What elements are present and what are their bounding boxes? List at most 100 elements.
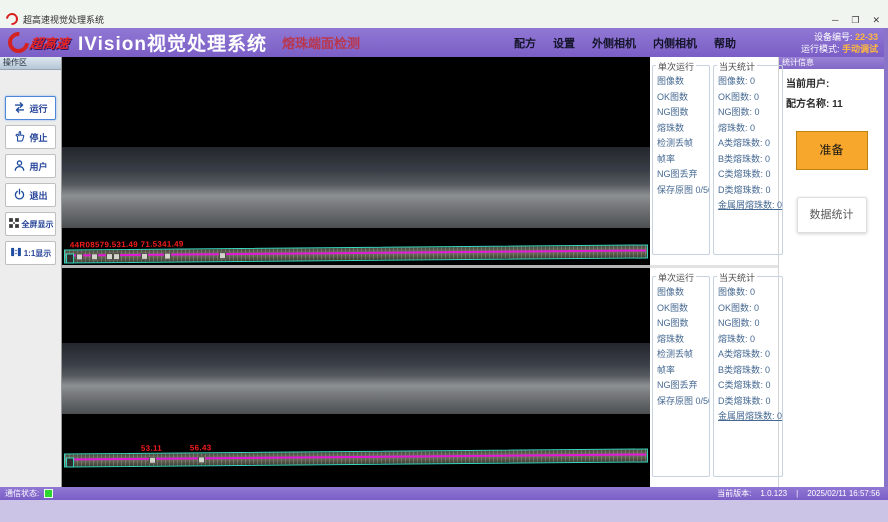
detection-marker (141, 253, 148, 260)
stop-button-label: 停止 (29, 131, 47, 144)
current-user-label: 当前用户: (786, 79, 829, 90)
current-user-row: 当前用户: (786, 75, 877, 90)
sidebar-title: 操作区 (0, 57, 61, 70)
stats-panel-inner: 单次运行 图像数 OK图数 NG图数 熔珠数 检测丢帧 帧率 NG图丢弃 保存原… (650, 268, 778, 487)
window-right-edge (884, 28, 888, 500)
stat-row: OK图数 (657, 90, 709, 106)
desktop-background-strip (0, 500, 888, 522)
camera-image-top: 44R08579.531.49 71.5341.49 (62, 147, 650, 228)
stat-row: C类熔珠数: 0 (718, 378, 782, 394)
run-sync-icon (13, 101, 26, 116)
measurement-annotation: 44R08579.531.49 71.5341.49 (70, 240, 184, 250)
detection-marker (113, 253, 120, 260)
camera-image-bottom: 53.11 56.43 (62, 343, 650, 414)
main-area: 操作区 运行 停止 用户 退出 (0, 57, 884, 487)
measurement-value-right: 56.43 (190, 443, 212, 452)
exit-button[interactable]: 退出 (5, 183, 56, 207)
user-button-label: 用户 (29, 160, 47, 173)
metal-bead-stat: 金属屑熔珠数: 0 (718, 411, 782, 421)
save-label: 保存原图 (657, 185, 693, 195)
single-run-title: 单次运行 (656, 271, 696, 284)
app-title: IVision视觉处理系统 (78, 29, 267, 56)
app-subtitle: 熔珠端面检测 (282, 33, 360, 52)
save-label: 保存原图 (657, 396, 693, 406)
stat-row: A类熔珠数: 0 (718, 136, 782, 152)
prepare-button[interactable]: 准备 (796, 131, 868, 170)
save-image-row: 保存原图 0/500 (657, 183, 709, 199)
power-icon (13, 188, 26, 203)
statistics-info-panel: 统计信息 当前用户: 配方名称: 11 准备 数据统计 (778, 57, 884, 487)
stat-row: 帧率 (657, 363, 709, 379)
info-panel-body: 当前用户: 配方名称: 11 准备 数据统计 (779, 69, 884, 487)
stat-row: OK图数: 0 (718, 90, 782, 106)
stat-row: 检测丢帧 (657, 136, 709, 152)
daily-stats-group: 当天统计 图像数: 0 OK图数: 0 NG图数: 0 熔珠数: 0 A类熔珠数… (713, 276, 783, 477)
stat-row: 检测丢帧 (657, 347, 709, 363)
stat-row: B类熔珠数: 0 (718, 363, 782, 379)
single-run-title: 单次运行 (656, 60, 696, 73)
stop-hand-icon (13, 130, 26, 145)
detection-marker (198, 456, 205, 463)
status-bar: 通信状态: 当前版本: 1.0.123 | 2025/02/11 16:57:5… (0, 487, 888, 500)
recipe-label: 配方名称: (786, 99, 829, 110)
save-count: 0/500 (696, 185, 709, 195)
menu-outer-camera[interactable]: 外侧相机 (592, 35, 636, 51)
stat-row: 熔珠数 (657, 332, 709, 348)
run-button[interactable]: 运行 (5, 96, 56, 120)
daily-stats-group: 当天统计 图像数: 0 OK图数: 0 NG图数: 0 熔珠数: 0 A类熔珠数… (713, 65, 783, 255)
window-controls: ─ ❐ ✕ (832, 15, 880, 26)
device-info: 设备编号: 22-33 运行模式: 手动调试 (801, 31, 878, 55)
save-count: 0/500 (696, 396, 709, 406)
stat-row: 图像数 (657, 285, 709, 301)
stat-row: NG图丢弃 (657, 378, 709, 394)
strip-end-marker (66, 253, 74, 263)
detection-marker (76, 253, 83, 260)
menu-settings[interactable]: 设置 (553, 35, 575, 51)
detection-marker (149, 457, 156, 464)
minimize-button[interactable]: ─ (832, 15, 838, 26)
fullscreen-button-label: 全屏显示 (22, 219, 54, 230)
statistics-column: 单次运行 图像数 OK图数 NG图数 熔珠数 检测丢帧 帧率 NG图丢弃 保存原… (650, 57, 778, 487)
single-run-group: 单次运行 图像数 OK图数 NG图数 熔珠数 检测丢帧 帧率 NG图丢弃 保存原… (652, 276, 710, 477)
data-statistics-button[interactable]: 数据统计 (797, 197, 867, 233)
menu-help[interactable]: 帮助 (714, 35, 736, 51)
stat-row: NG图丢弃 (657, 167, 709, 183)
stat-row: 帧率 (657, 152, 709, 168)
fullscreen-button[interactable]: 全屏显示 (5, 212, 56, 236)
single-run-group: 单次运行 图像数 OK图数 NG图数 熔珠数 检测丢帧 帧率 NG图丢弃 保存原… (652, 65, 710, 255)
stat-row: 熔珠数 (657, 121, 709, 137)
stat-row: NG图数: 0 (718, 105, 782, 121)
comm-status-indicator (44, 489, 53, 498)
strip-end-marker (66, 457, 74, 467)
stat-row: C类熔珠数: 0 (718, 167, 782, 183)
stats-panel-outer: 单次运行 图像数 OK图数 NG图数 熔珠数 检测丢帧 帧率 NG图丢弃 保存原… (650, 57, 778, 265)
recipe-value: 11 (832, 99, 843, 110)
menu-inner-camera[interactable]: 内侧相机 (653, 35, 697, 51)
metal-bead-stat: 金属屑熔珠数: 0 (718, 200, 782, 210)
comm-status-label: 通信状态: (5, 488, 39, 499)
close-button[interactable]: ✕ (872, 15, 880, 26)
one-to-one-button[interactable]: 1:1显示 (5, 241, 56, 265)
run-mode-value: 手动调试 (842, 44, 878, 54)
app-header: 超高速 IVision视觉处理系统 熔珠端面检测 配方 设置 外侧相机 内侧相机… (0, 28, 888, 57)
detection-marker (164, 253, 171, 260)
stat-row: 金属屑熔珠数: 0 (718, 198, 782, 214)
maximize-button[interactable]: ❐ (851, 15, 859, 26)
daily-stats-title: 当天统计 (717, 271, 757, 284)
detection-roi-box: 53.11 56.43 (64, 448, 648, 467)
save-image-row: 保存原图 0/500 (657, 394, 709, 410)
detection-marker (106, 253, 113, 260)
daily-stats-title: 当天统计 (717, 60, 757, 73)
stat-row: 图像数: 0 (718, 285, 782, 301)
run-mode-label: 运行模式: (801, 44, 840, 54)
menu-recipe[interactable]: 配方 (514, 35, 536, 51)
stop-button[interactable]: 停止 (5, 125, 56, 149)
info-panel-title: 统计信息 (779, 57, 884, 69)
stat-row: NG图数: 0 (718, 316, 782, 332)
stat-row: B类熔珠数: 0 (718, 152, 782, 168)
version-info: 当前版本: 1.0.123 | 2025/02/11 16:57:56 (717, 488, 880, 499)
run-button-label: 运行 (29, 102, 47, 115)
stat-row: 熔珠数: 0 (718, 332, 782, 348)
user-button[interactable]: 用户 (5, 154, 56, 178)
device-number-label: 设备编号: (814, 32, 853, 42)
